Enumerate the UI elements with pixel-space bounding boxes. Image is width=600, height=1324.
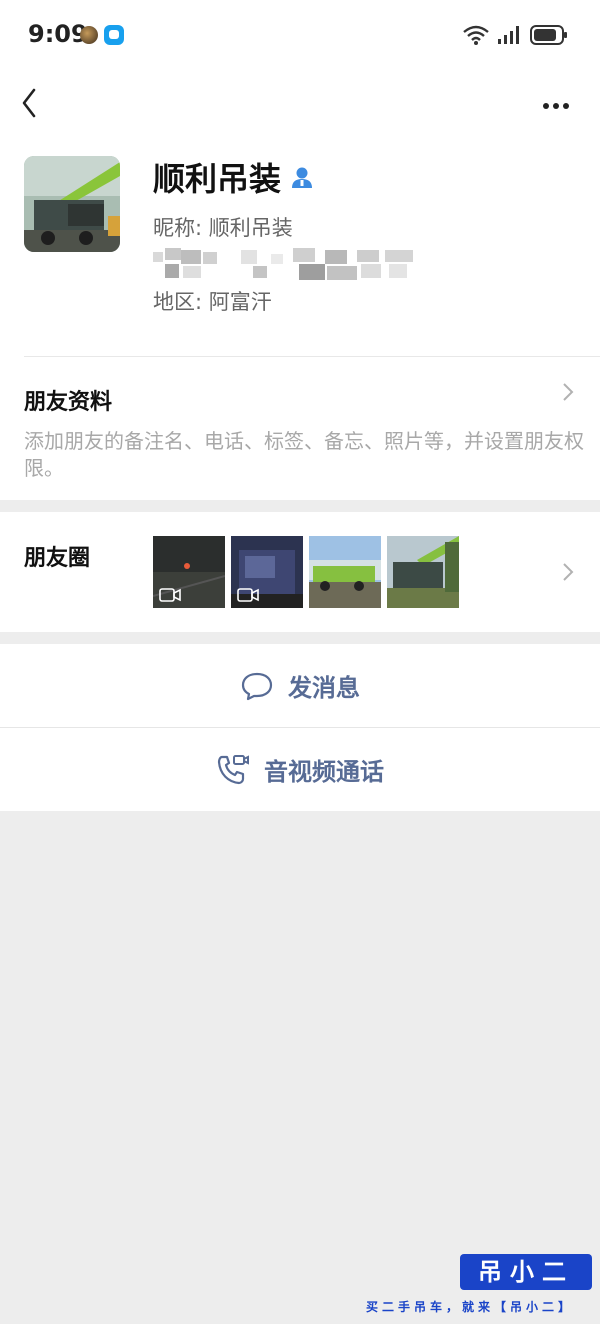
friend-info-row[interactable]: 朋友资料 添加朋友的备注名、电话、标签、备忘、照片等，并设置朋友权限。 [0, 356, 600, 500]
nickname: 昵称: 顺利吊装 [153, 216, 293, 240]
blurred-id [153, 248, 413, 280]
verified-user-icon [292, 167, 313, 188]
send-message-button[interactable]: 发消息 [0, 644, 600, 727]
crane-photo [24, 156, 120, 252]
name-row: 顺利吊装 [153, 154, 315, 200]
moment-thumbnail [387, 536, 459, 608]
av-call-button[interactable]: 音视频通话 [0, 728, 600, 811]
status-bar: 9:09 [0, 0, 600, 70]
signal-icon [498, 26, 519, 44]
section-gap [0, 500, 600, 512]
battery-icon [530, 25, 567, 45]
section-gap [0, 632, 600, 644]
header-area: 9:09 顺利吊装 昵称: 顺利吊装 地区: 阿富汗 [0, 0, 600, 356]
status-time: 9:09 [28, 20, 88, 48]
moment-thumbnail [153, 536, 225, 608]
moment-thumbnail [309, 536, 381, 608]
friend-info-title: 朋友资料 [24, 390, 113, 415]
av-call-label: 音视频通话 [264, 758, 384, 786]
nav-bar [0, 70, 600, 130]
profile-card: 顺利吊装 昵称: 顺利吊装 地区: 阿富汗 [0, 130, 600, 356]
wifi-icon [463, 25, 489, 45]
phone-video-icon [217, 754, 249, 784]
avatar[interactable] [24, 156, 120, 252]
more-options-icon[interactable] [536, 84, 576, 114]
friend-info-description: 添加朋友的备注名、电话、标签、备忘、照片等，并设置朋友权限。 [24, 429, 584, 480]
moment-thumbnail [231, 536, 303, 608]
app-notification-icon [80, 26, 98, 44]
back-arrow-icon[interactable] [14, 78, 54, 124]
region: 地区: 阿富汗 [153, 290, 272, 314]
video-icon [159, 588, 181, 602]
divider [24, 356, 600, 357]
chat-notification-icon [104, 25, 124, 45]
watermark-slogan: 买二手吊车，就来【吊小二】 [366, 1300, 575, 1314]
chat-bubble-icon [241, 672, 273, 700]
moments-row[interactable]: 朋友圈 [0, 512, 600, 632]
watermark-logo: 吊小二 [460, 1254, 592, 1290]
moments-title: 朋友圈 [24, 546, 91, 571]
chevron-right-icon [563, 383, 574, 401]
contact-name: 顺利吊装 [153, 160, 282, 198]
video-icon [237, 588, 259, 602]
chevron-right-icon [563, 563, 574, 581]
moments-thumbnails [153, 536, 459, 608]
send-message-label: 发消息 [288, 674, 360, 702]
